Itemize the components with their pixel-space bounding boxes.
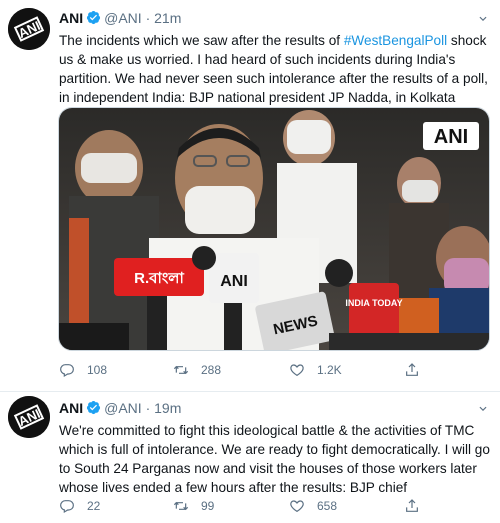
reply-count: 22 [87, 499, 101, 513]
author-handle[interactable]: @ANI [104, 400, 142, 416]
retweet-count: 99 [201, 499, 215, 513]
tweet-time[interactable]: 19m [154, 400, 181, 416]
separator: · [145, 10, 151, 26]
ani-logo: ANI [8, 8, 50, 50]
caret-down-icon[interactable] [476, 402, 490, 416]
reply-icon [60, 364, 74, 378]
like-count: 1.2K [317, 363, 342, 377]
author-handle[interactable]: @ANI [104, 10, 142, 26]
hashtag-link[interactable]: #WestBengalPoll [344, 33, 447, 48]
ani-logo: ANI [8, 396, 50, 438]
mic-label: INDIA TODAY [345, 298, 402, 308]
like-button[interactable]: 1.2K [289, 360, 342, 380]
reply-button[interactable]: 108 [59, 360, 107, 380]
tweet-text: The incidents which we saw after the res… [59, 31, 491, 107]
tweet-header: ANI @ANI · 19m [59, 400, 181, 416]
retweet-count: 288 [201, 363, 222, 377]
tweet-media-photo[interactable]: R.বাংলা ANI NEWS INDIA TODAY ANI [58, 107, 490, 351]
avatar[interactable]: ANI [8, 8, 50, 50]
tweet-actions: 22 99 658 [59, 496, 479, 516]
retweet-icon [173, 365, 189, 375]
tweet-text: We're committed to fight this ideologica… [59, 423, 490, 495]
tweet-header: ANI @ANI · 21m [59, 10, 181, 26]
tweet-actions: 108 288 1.2K [59, 360, 479, 380]
share-button[interactable] [404, 360, 432, 380]
separator: · [145, 400, 151, 416]
share-button[interactable] [404, 496, 432, 516]
retweet-icon [173, 501, 189, 511]
verified-badge-icon [87, 400, 101, 415]
reply-button[interactable]: 22 [59, 496, 100, 516]
mic-label: R.বাংলা [134, 270, 184, 287]
author-name[interactable]: ANI [59, 10, 83, 26]
tweet[interactable]: ANI ANI @ANI · 21m The incidents which we… [0, 0, 500, 392]
retweet-button[interactable]: 99 [173, 496, 214, 516]
tweet-text-part: The incidents which we saw after the res… [59, 33, 344, 48]
tweet-time[interactable]: 21m [154, 10, 181, 26]
press-scene-image: R.বাংলা ANI NEWS INDIA TODAY ANI [59, 108, 489, 350]
like-count: 658 [317, 499, 338, 513]
share-icon [406, 363, 418, 376]
ani-watermark: ANI [434, 126, 468, 148]
author-name[interactable]: ANI [59, 400, 83, 416]
share-icon [406, 499, 418, 512]
like-button[interactable]: 658 [289, 496, 337, 516]
reply-count: 108 [87, 363, 108, 377]
avatar[interactable]: ANI [8, 396, 50, 438]
caret-down-icon[interactable] [476, 12, 490, 26]
retweet-button[interactable]: 288 [173, 360, 221, 380]
verified-badge-icon [87, 10, 101, 25]
like-icon [290, 500, 304, 513]
tweet[interactable]: ANI ANI @ANI · 19m We're committed to fig… [0, 392, 500, 523]
reply-icon [60, 500, 74, 514]
like-icon [290, 364, 304, 377]
mic-label: ANI [220, 273, 248, 290]
